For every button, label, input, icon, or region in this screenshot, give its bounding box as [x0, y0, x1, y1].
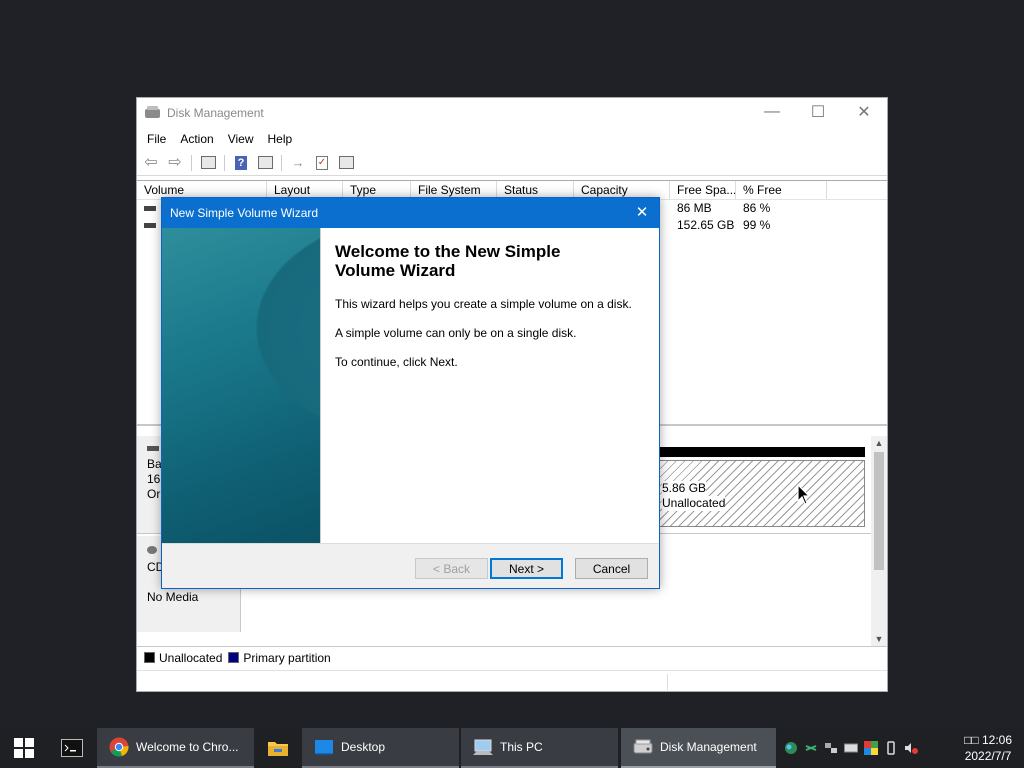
disk-map-scrollbar[interactable]: ▲ ▼	[871, 436, 887, 646]
clock-time: 12:06	[981, 733, 1012, 747]
taskbar: Welcome to Chro... Desktop This PC Disk …	[0, 728, 1024, 768]
wizard-footer: < Back Next > Cancel	[162, 543, 659, 589]
usb-drive-icon[interactable]	[884, 741, 898, 755]
clock[interactable]: □□ 12:06 2022/7/7	[964, 732, 1012, 764]
status-bar	[137, 670, 887, 692]
scroll-down-icon[interactable]: ▼	[871, 632, 887, 646]
wizard-titlebar[interactable]: New Simple Volume Wizard ✕	[162, 198, 659, 228]
taskbar-item-label: Desktop	[341, 740, 386, 754]
file-explorer-icon	[268, 742, 288, 756]
network-icon[interactable]	[824, 741, 838, 755]
legend-unallocated: Unallocated	[159, 650, 223, 665]
menu-help[interactable]: Help	[262, 132, 299, 146]
toolbar-separator	[281, 154, 282, 171]
taskbar-item-desktop[interactable]: Desktop	[302, 728, 459, 768]
disk-management-icon	[145, 106, 161, 120]
wizard-close-icon[interactable]: ✕	[633, 204, 651, 222]
wizard-title: New Simple Volume Wizard	[170, 206, 319, 220]
free-space-cell: 152.65 GB	[677, 218, 735, 232]
wizard-heading: Welcome to the New Simple Volume Wizard	[335, 242, 561, 280]
taskbar-item-this-pc[interactable]: This PC	[461, 728, 618, 768]
menu-bar: File Action View Help	[137, 128, 887, 150]
time-prefix: □□	[964, 733, 979, 747]
toolbar-separator	[191, 154, 192, 171]
this-pc-icon	[473, 739, 493, 755]
connect-icon[interactable]: →	[288, 154, 308, 172]
sync-arrows-icon[interactable]	[804, 741, 818, 755]
minimize-button[interactable]: —	[749, 98, 795, 126]
taskbar-item-label: This PC	[500, 740, 543, 754]
scroll-up-icon[interactable]: ▲	[871, 436, 887, 450]
properties-icon[interactable]	[336, 154, 356, 172]
percent-free-cell: 99 %	[743, 218, 771, 232]
taskbar-item-file-explorer[interactable]	[256, 728, 300, 768]
unallocated-header-bar	[659, 447, 865, 457]
free-space-cell: 86 MB	[677, 201, 712, 215]
cancel-button[interactable]: Cancel	[575, 558, 648, 579]
start-button[interactable]	[0, 728, 48, 768]
properties-check-icon[interactable]: ✓	[312, 154, 332, 172]
clock-date: 2022/7/7	[964, 749, 1012, 763]
partition-status: Unallocated	[662, 496, 726, 511]
taskbar-item-chrome[interactable]: Welcome to Chro...	[97, 728, 254, 768]
maximize-button[interactable]: ☐	[795, 98, 841, 126]
system-tray	[784, 728, 918, 768]
wizard-body: Welcome to the New Simple Volume Wizard …	[162, 228, 659, 543]
taskbar-item-label: Welcome to Chro...	[136, 740, 239, 754]
help-icon[interactable]: ?	[231, 154, 251, 172]
network-globe-icon[interactable]	[784, 741, 798, 755]
window-titlebar[interactable]: Disk Management — ☐ ✕	[137, 98, 887, 128]
wizard-side-banner	[162, 228, 320, 543]
next-button[interactable]: Next >	[490, 558, 563, 579]
taskbar-item-disk-management[interactable]: Disk Management	[621, 728, 776, 768]
new-simple-volume-wizard: New Simple Volume Wizard ✕ Welcome to th…	[161, 197, 660, 589]
wizard-note: A simple volume can only be on a single …	[335, 326, 577, 340]
disk-icon	[147, 446, 159, 451]
legend-primary-partition: Primary partition	[243, 650, 331, 665]
back-button[interactable]: < Back	[415, 558, 488, 579]
window-title: Disk Management	[167, 106, 264, 120]
volume-muted-icon[interactable]	[904, 741, 918, 755]
wizard-description: This wizard helps you create a simple vo…	[335, 297, 632, 311]
partition-size: 5.86 GB	[662, 481, 707, 496]
terminal-taskbar-button[interactable]	[48, 728, 96, 768]
wizard-content: Welcome to the New Simple Volume Wizard …	[335, 242, 645, 384]
menu-action[interactable]: Action	[174, 132, 219, 146]
back-arrow-icon[interactable]: ⇦	[141, 154, 161, 172]
volume-icon	[144, 223, 156, 229]
chrome-icon	[109, 737, 129, 757]
column-free-space[interactable]: Free Spa...	[670, 181, 736, 199]
menu-file[interactable]: File	[141, 132, 172, 146]
show-hide-console-tree-icon[interactable]	[198, 154, 218, 172]
terminal-icon	[61, 739, 83, 757]
unallocated-swatch	[144, 652, 155, 663]
toolbar-separator	[224, 154, 225, 171]
color-palette-icon[interactable]	[864, 741, 878, 755]
scroll-thumb[interactable]	[874, 452, 884, 570]
menu-view[interactable]: View	[222, 132, 260, 146]
taskbar-item-label: Disk Management	[660, 740, 757, 754]
toolbar: ⇦ ⇨ ? → ✓	[137, 150, 887, 176]
disk-management-icon	[633, 739, 653, 754]
show-hide-action-pane-icon[interactable]	[255, 154, 275, 172]
windows-logo-icon	[14, 738, 34, 758]
primary-partition-swatch	[228, 652, 240, 663]
desktop-icon	[315, 740, 333, 755]
percent-free-cell: 86 %	[743, 201, 771, 215]
volume-icon	[144, 206, 156, 212]
keyboard-icon[interactable]	[844, 741, 858, 755]
forward-arrow-icon[interactable]: ⇨	[165, 154, 185, 172]
mouse-cursor-icon	[797, 484, 811, 505]
column-percent-free[interactable]: % Free	[736, 181, 827, 199]
cdrom-media: No Media	[147, 590, 199, 604]
close-button[interactable]: ✕	[841, 98, 887, 126]
cdrom-icon	[147, 546, 157, 554]
wizard-instruction: To continue, click Next.	[335, 355, 458, 369]
unallocated-partition[interactable]: 5.86 GB Unallocated	[659, 460, 865, 527]
legend: Unallocated Primary partition	[137, 646, 887, 668]
